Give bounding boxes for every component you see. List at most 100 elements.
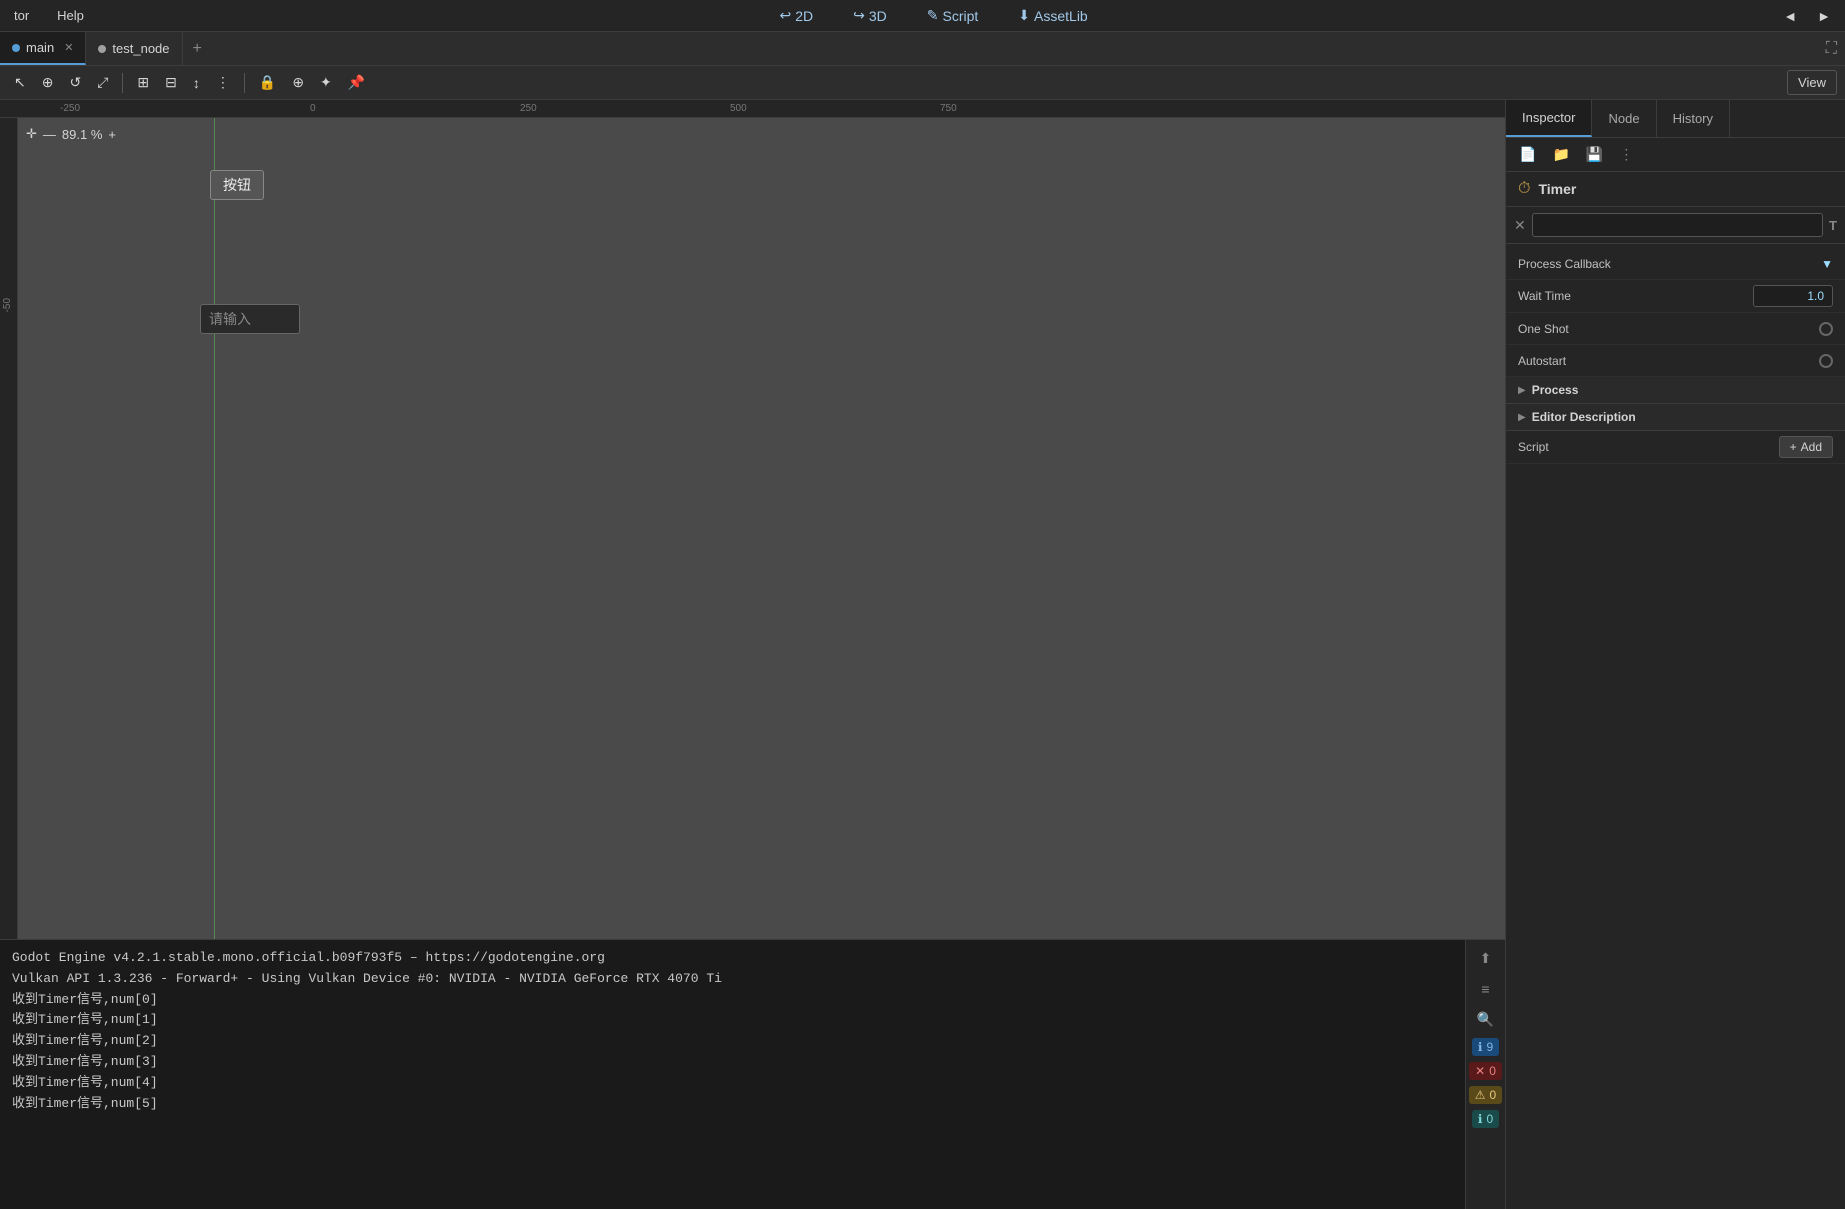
console-line-5: 收到Timer信号,num[2] (12, 1031, 1453, 1052)
viewport-area: -250 0 250 500 750 -50 ✛ — 89.1 (0, 100, 1505, 1209)
timer-header: ⏱ Timer (1506, 172, 1845, 207)
toolbar-separator-2 (244, 73, 245, 93)
zoom-indicator: ✛ — 89.1 % + (26, 126, 116, 142)
mode-3d-label: 3D (869, 8, 887, 24)
menu-bar: tor Help ↩ 2D ↪ 3D ✎ Script ⬇ AssetLib ◄… (0, 0, 1845, 32)
badge-info-icon: ℹ (1478, 1040, 1483, 1054)
tab-main[interactable]: main ✕ (0, 32, 86, 65)
badge-info[interactable]: ℹ 9 (1472, 1038, 1499, 1056)
tool-pan[interactable]: ↕ (187, 71, 206, 95)
tab-main-dot (12, 44, 20, 52)
wait-time-label: Wait Time (1518, 289, 1753, 303)
property-one-shot: One Shot (1506, 313, 1845, 345)
property-list: Process Callback ▼ Wait Time One Shot Au… (1506, 244, 1845, 1209)
zoom-minus-button[interactable]: — (43, 127, 56, 142)
inspector-new-icon[interactable]: 📄 (1514, 143, 1541, 166)
badge-warning[interactable]: ⚠ 0 (1469, 1086, 1502, 1104)
process-callback-value[interactable]: ▼ (1821, 257, 1833, 271)
badge-info-count: 9 (1486, 1040, 1493, 1054)
badge-error[interactable]: ✕ 0 (1469, 1062, 1502, 1080)
tool-move[interactable]: ⊕ (36, 70, 60, 95)
tool-group[interactable]: ⊕ (286, 70, 310, 95)
inspector-more-icon[interactable]: ⋮ (1614, 143, 1638, 166)
ruler-mark-neg250: -250 (60, 103, 80, 114)
section-editor-desc-title: Editor Description (1532, 410, 1636, 424)
one-shot-toggle[interactable] (1819, 322, 1833, 336)
tool-more[interactable]: ⋮ (210, 70, 236, 95)
add-script-button[interactable]: + Add (1779, 436, 1833, 458)
tool-rotate[interactable]: ↺ (63, 70, 87, 95)
tab-test-node[interactable]: test_node (86, 32, 182, 65)
filter-input[interactable] (1532, 213, 1823, 237)
toolbar-separator-1 (122, 73, 123, 93)
one-shot-circle[interactable] (1819, 322, 1833, 336)
add-script-plus-icon: + (1790, 440, 1797, 454)
tool-anchor[interactable]: ✦ (314, 70, 338, 95)
badge-debug-icon: ℹ (1478, 1112, 1483, 1126)
ruler-horizontal: -250 0 250 500 750 (0, 100, 1505, 118)
tool-lock[interactable]: 🔒 (253, 70, 282, 95)
badge-debug[interactable]: ℹ 0 (1472, 1110, 1499, 1128)
tab-history-label: History (1673, 111, 1713, 126)
badge-warning-count: 0 (1490, 1088, 1497, 1102)
property-wait-time: Wait Time (1506, 280, 1845, 313)
tool-snap-grid[interactable]: ⊞ (131, 70, 155, 95)
mode-script-label: Script (942, 8, 978, 24)
console-list-icon[interactable]: ≡ (1477, 977, 1493, 1001)
view-button[interactable]: View (1787, 70, 1837, 95)
mode-assetlib[interactable]: ⬇ AssetLib (1010, 3, 1095, 28)
ruler-mark-neg50: -50 (2, 298, 13, 312)
mode-2d[interactable]: ↩ 2D (771, 3, 821, 28)
section-process-title: Process (1532, 383, 1579, 397)
autostart-circle[interactable] (1819, 354, 1833, 368)
badge-error-count: 0 (1489, 1064, 1496, 1078)
fullscreen-button[interactable]: ⛶ (1826, 40, 1837, 58)
autostart-toggle[interactable] (1819, 354, 1833, 368)
inspector-open-icon[interactable]: 📁 (1547, 143, 1574, 166)
menu-right-controls: ◄ ► (1777, 6, 1837, 26)
tab-main-close[interactable]: ✕ (64, 41, 73, 54)
filter-type-button[interactable]: T (1829, 218, 1837, 233)
menu-item-help[interactable]: Help (51, 4, 90, 27)
filter-clear-button[interactable]: ✕ (1514, 217, 1526, 234)
ruler-mark-500: 500 (730, 103, 747, 114)
ruler-mark-250: 250 (520, 103, 537, 114)
tab-node[interactable]: Node (1592, 100, 1656, 137)
tool-pin[interactable]: 📌 (342, 70, 371, 95)
script-label: Script (1518, 440, 1779, 454)
inspector-save-icon[interactable]: 💾 (1581, 143, 1608, 166)
mode-3d[interactable]: ↪ 3D (845, 3, 895, 28)
ruler-mark-750: 750 (940, 103, 957, 114)
mode-script[interactable]: ✎ Script (919, 3, 987, 28)
tab-history[interactable]: History (1657, 100, 1730, 137)
property-autostart: Autostart (1506, 345, 1845, 377)
prev-arrow-button[interactable]: ◄ (1777, 6, 1803, 26)
console-search-icon[interactable]: 🔍 (1473, 1007, 1498, 1032)
tab-node-label: Node (1608, 111, 1639, 126)
mode-assetlib-icon: ⬇ (1018, 7, 1030, 24)
canvas-button-element[interactable]: 按钮 (210, 170, 264, 200)
editor-toolbar: ↖ ⊕ ↺ ⤢ ⊞ ⊟ ↕ ⋮ 🔒 ⊕ ✦ 📌 View (0, 66, 1845, 100)
tool-select[interactable]: ↖ (8, 70, 32, 95)
process-callback-label: Process Callback (1518, 257, 1821, 271)
next-arrow-button[interactable]: ► (1811, 6, 1837, 26)
tool-scale[interactable]: ⤢ (91, 70, 114, 95)
tab-add-button[interactable]: + (183, 40, 212, 58)
section-process[interactable]: ▶ Process (1506, 377, 1845, 404)
canvas-input-element: 请输入 (200, 304, 300, 334)
canvas-inner: ✛ — 89.1 % + 按钮 请输入 (18, 118, 1505, 939)
menu-item-tor[interactable]: tor (8, 4, 35, 27)
ruler-vertical: -50 (0, 118, 18, 939)
tool-snap-nodes[interactable]: ⊟ (159, 70, 183, 95)
tab-inspector[interactable]: Inspector (1506, 100, 1592, 137)
viewport-with-ruler: -50 ✛ — 89.1 % + 按钮 请输入 (0, 118, 1505, 939)
one-shot-label: One Shot (1518, 322, 1819, 336)
console-upload-icon[interactable]: ⬆ (1476, 946, 1496, 971)
wait-time-input[interactable] (1753, 285, 1833, 307)
section-process-arrow: ▶ (1518, 385, 1526, 396)
zoom-plus-button[interactable]: + (108, 127, 116, 142)
tab-bar: main ✕ test_node + ⛶ (0, 32, 1845, 66)
console-line-1: Vulkan API 1.3.236 - Forward+ - Using Vu… (12, 969, 1453, 990)
section-editor-description[interactable]: ▶ Editor Description (1506, 404, 1845, 431)
viewport-canvas[interactable]: ✛ — 89.1 % + 按钮 请输入 (18, 118, 1505, 939)
